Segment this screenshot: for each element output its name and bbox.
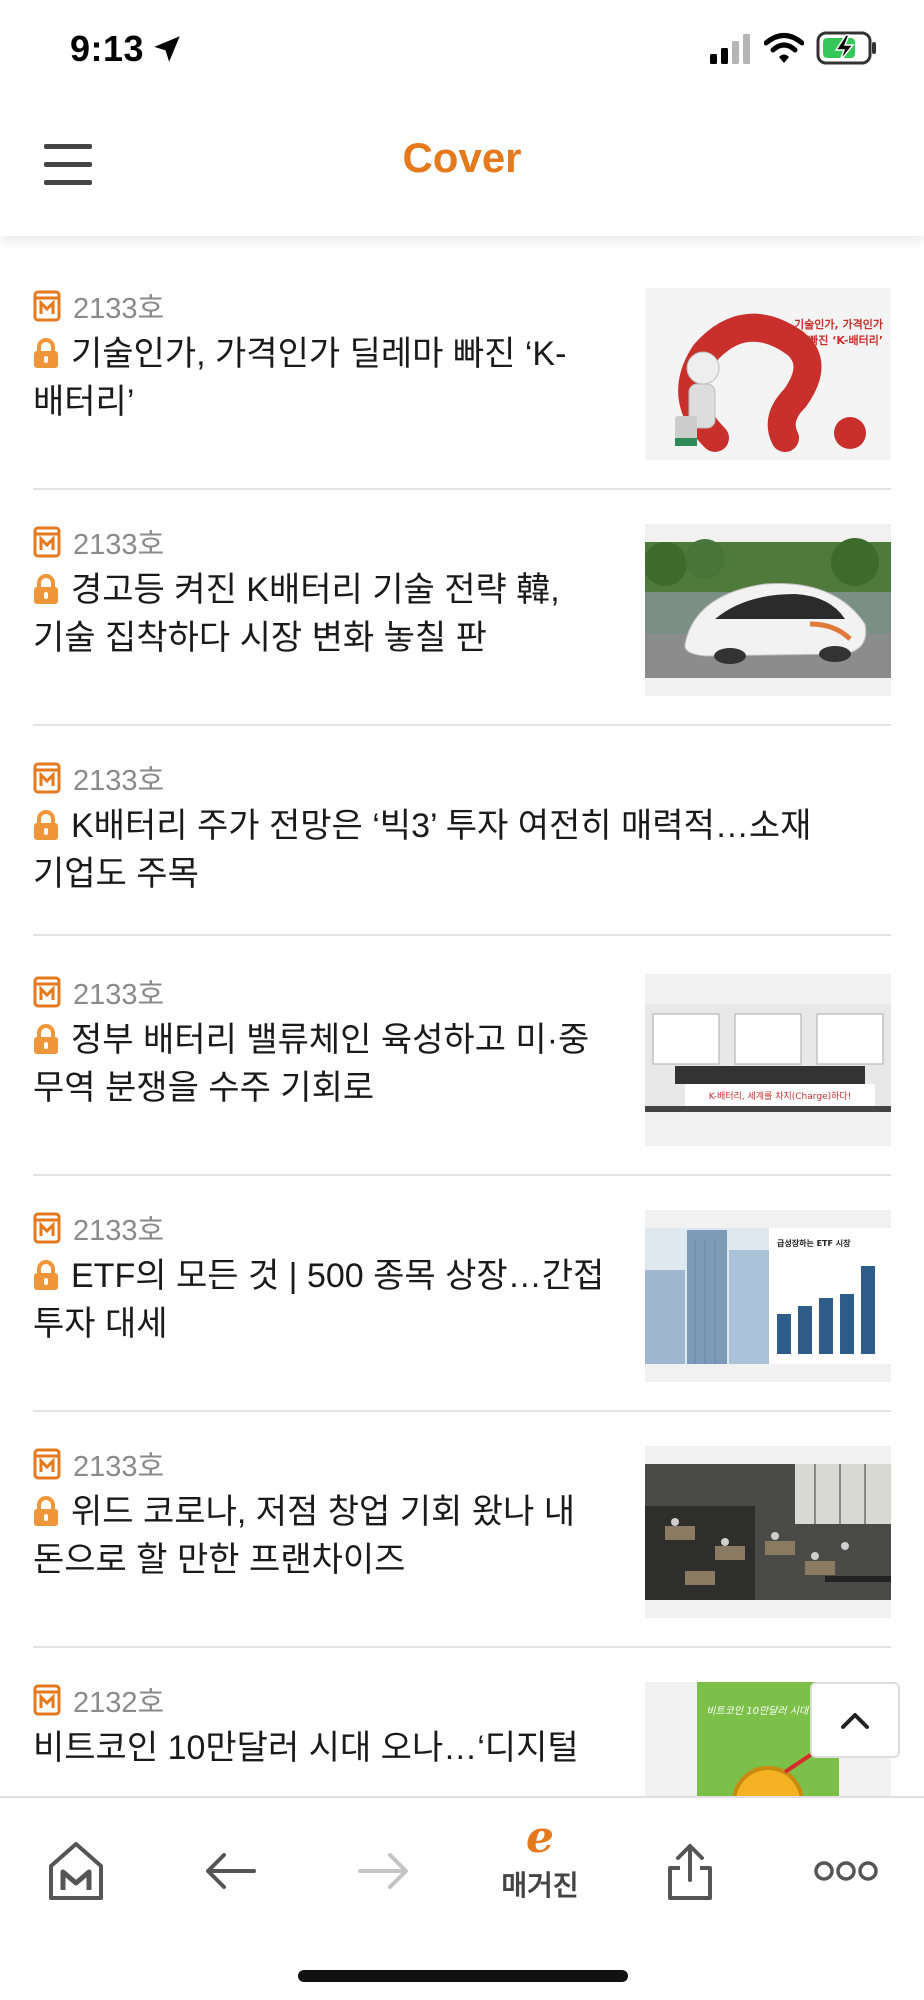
share-button[interactable] — [640, 1826, 740, 1916]
article-thumbnail[interactable] — [645, 1446, 891, 1618]
article-title-text: 비트코인 10만달러 시대 오나…‘디지털 — [33, 1729, 579, 1767]
more-button[interactable] — [796, 1826, 896, 1916]
issue-row: 2133호 — [33, 1446, 165, 1483]
issue-number: 2133호 — [73, 979, 165, 1011]
article-thumbnail[interactable]: 급성장하는 ETF 시장 — [645, 1210, 891, 1382]
divider — [33, 488, 891, 490]
wifi-icon — [764, 33, 804, 63]
scroll-to-top-button[interactable] — [810, 1682, 900, 1758]
lock-icon — [34, 1260, 58, 1290]
article-thumbnail[interactable]: K-배터리, 세계를 차지(Charge)하다! — [645, 974, 891, 1146]
article-item[interactable]: 2133호 위드 코로나, 저점 창업 기회 왔나 내 돈으로 할 만한 프랜차… — [33, 1446, 891, 1648]
issue-row: 2133호 — [33, 1210, 165, 1247]
issue-number: 2133호 — [73, 765, 165, 797]
issue-row: 2133호 — [33, 974, 165, 1011]
location-arrow-icon — [154, 36, 180, 62]
government-event-image: K-배터리, 세계를 차지(Charge)하다! — [645, 974, 891, 1146]
lock-icon — [34, 338, 58, 368]
article-item[interactable]: 2133호 기술인가, 가격인가 딜레마 빠진 ‘K-배터리’ 기술인가, 가격… — [33, 288, 891, 490]
magazine-icon — [33, 526, 61, 558]
article-title-text: K배터리 주가 전망은 ‘빅3’ 투자 여전히 매력적…소재 기업도 주목 — [33, 807, 812, 893]
magazine-icon — [33, 976, 61, 1008]
issue-row: 2133호 — [33, 288, 165, 325]
article-title[interactable]: 정부 배터리 밸류체인 육성하고 미·중 무역 분쟁을 수주 기회로 — [33, 1016, 623, 1112]
svg-text:K-배터리, 세계를 차지(Charge)하다!: K-배터리, 세계를 차지(Charge)하다! — [709, 1090, 852, 1102]
issue-number: 2132호 — [73, 1687, 165, 1719]
article-title-text: 정부 배터리 밸류체인 육성하고 미·중 무역 분쟁을 수주 기회로 — [33, 1021, 590, 1107]
magazine-icon — [33, 1448, 61, 1480]
page-title: Cover — [402, 134, 522, 181]
issue-number: 2133호 — [73, 1215, 165, 1247]
article-item[interactable]: 2133호 경고등 켜진 K배터리 기술 전략 韓, 기술 집착하다 시장 변화… — [33, 524, 891, 726]
e-magazine-label: 매거진 — [501, 1870, 579, 1901]
issue-row: 2133호 — [33, 760, 165, 797]
share-icon — [668, 1844, 712, 1900]
issue-number: 2133호 — [73, 1451, 165, 1483]
article-title[interactable]: 비트코인 10만달러 시대 오나…‘디지털 — [33, 1724, 623, 1772]
article-title-text: ETF의 모든 것 | 500 종목 상장…간접 투자 대세 — [33, 1257, 605, 1343]
lock-icon — [34, 810, 58, 840]
article-title[interactable]: 기술인가, 가격인가 딜레마 빠진 ‘K-배터리’ — [33, 330, 623, 426]
status-time: 9:13 — [70, 28, 145, 69]
cafe-interior-image — [645, 1446, 891, 1618]
chevron-up-icon — [841, 1713, 869, 1729]
more-icon — [814, 1861, 878, 1881]
divider — [33, 724, 891, 726]
back-button[interactable] — [180, 1826, 280, 1916]
magazine-icon — [33, 762, 61, 794]
article-title[interactable]: ETF의 모든 것 | 500 종목 상장…간접 투자 대세 — [33, 1252, 633, 1348]
svg-text:딜레마 빠진 ‘K-배터리’: 딜레마 빠진 ‘K-배터리’ — [774, 333, 883, 347]
issue-number: 2133호 — [73, 529, 165, 561]
forward-button[interactable] — [334, 1826, 434, 1916]
e-icon: e — [526, 1812, 554, 1863]
magazine-icon — [33, 1684, 61, 1716]
magazine-icon — [33, 290, 61, 322]
article-title-text: 경고등 켜진 K배터리 기술 전략 韓, 기술 집착하다 시장 변화 놓칠 판 — [33, 571, 560, 657]
article-item[interactable]: 2133호 정부 배터리 밸류체인 육성하고 미·중 무역 분쟁을 수주 기회로… — [33, 974, 891, 1176]
issue-row: 2133호 — [33, 524, 165, 561]
divider — [33, 1646, 891, 1648]
article-thumbnail[interactable] — [645, 524, 891, 696]
article-item[interactable]: 2132호 비트코인 10만달러 시대 오나…‘디지털 비트코인 10만달러 시… — [33, 1682, 891, 1796]
article-title[interactable]: 경고등 켜진 K배터리 기술 전략 韓, 기술 집착하다 시장 변화 놓칠 판 — [33, 566, 623, 662]
arrow-right-icon — [358, 1853, 408, 1889]
battery-charging-icon — [816, 31, 876, 65]
cellular-signal-icon — [710, 34, 750, 64]
divider — [33, 1174, 891, 1176]
magazine-home-icon — [49, 1842, 103, 1900]
arrow-left-icon — [206, 1853, 256, 1889]
article-title-text: 기술인가, 가격인가 딜레마 빠진 ‘K-배터리’ — [33, 335, 567, 421]
lock-icon — [34, 1496, 58, 1526]
article-title-text: 위드 코로나, 저점 창업 기회 왔나 내 돈으로 할 만한 프랜차이즈 — [33, 1493, 576, 1579]
svg-text:급성장하는 ETF 시장: 급성장하는 ETF 시장 — [777, 1238, 851, 1248]
divider — [33, 934, 891, 936]
lock-icon — [34, 1024, 58, 1054]
article-list[interactable]: 2133호 기술인가, 가격인가 딜레마 빠진 ‘K-배터리’ 기술인가, 가격… — [0, 236, 924, 1796]
svg-text:기술인가, 가격인가: 기술인가, 가격인가 — [794, 317, 883, 331]
etf-chart-image: 급성장하는 ETF 시장 — [645, 1210, 891, 1382]
article-thumbnail[interactable]: 기술인가, 가격인가 딜레마 빠진 ‘K-배터리’ — [645, 288, 891, 460]
e-magazine-button[interactable]: e 매거진 — [480, 1816, 600, 1916]
lock-icon — [34, 574, 58, 604]
article-title[interactable]: K배터리 주가 전망은 ‘빅3’ 투자 여전히 매력적…소재 기업도 주목 — [33, 802, 853, 898]
home-indicator — [298, 1970, 628, 1982]
status-bar: 9:13 — [0, 0, 924, 100]
k-battery-dilemma-image: 기술인가, 가격인가 딜레마 빠진 ‘K-배터리’ — [645, 288, 891, 460]
issue-row: 2132호 — [33, 1682, 165, 1719]
divider — [33, 1410, 891, 1412]
magazine-icon — [33, 1212, 61, 1244]
article-title[interactable]: 위드 코로나, 저점 창업 기회 왔나 내 돈으로 할 만한 프랜차이즈 — [33, 1488, 623, 1584]
concept-car-image — [645, 524, 891, 696]
issue-number: 2133호 — [73, 293, 165, 325]
home-button[interactable] — [26, 1826, 126, 1916]
article-item[interactable]: 2133호 ETF의 모든 것 | 500 종목 상장…간접 투자 대세 급성장… — [33, 1210, 891, 1412]
app-header: Cover — [0, 100, 924, 236]
article-item[interactable]: 2133호 K배터리 주가 전망은 ‘빅3’ 투자 여전히 매력적…소재 기업도… — [33, 760, 891, 936]
